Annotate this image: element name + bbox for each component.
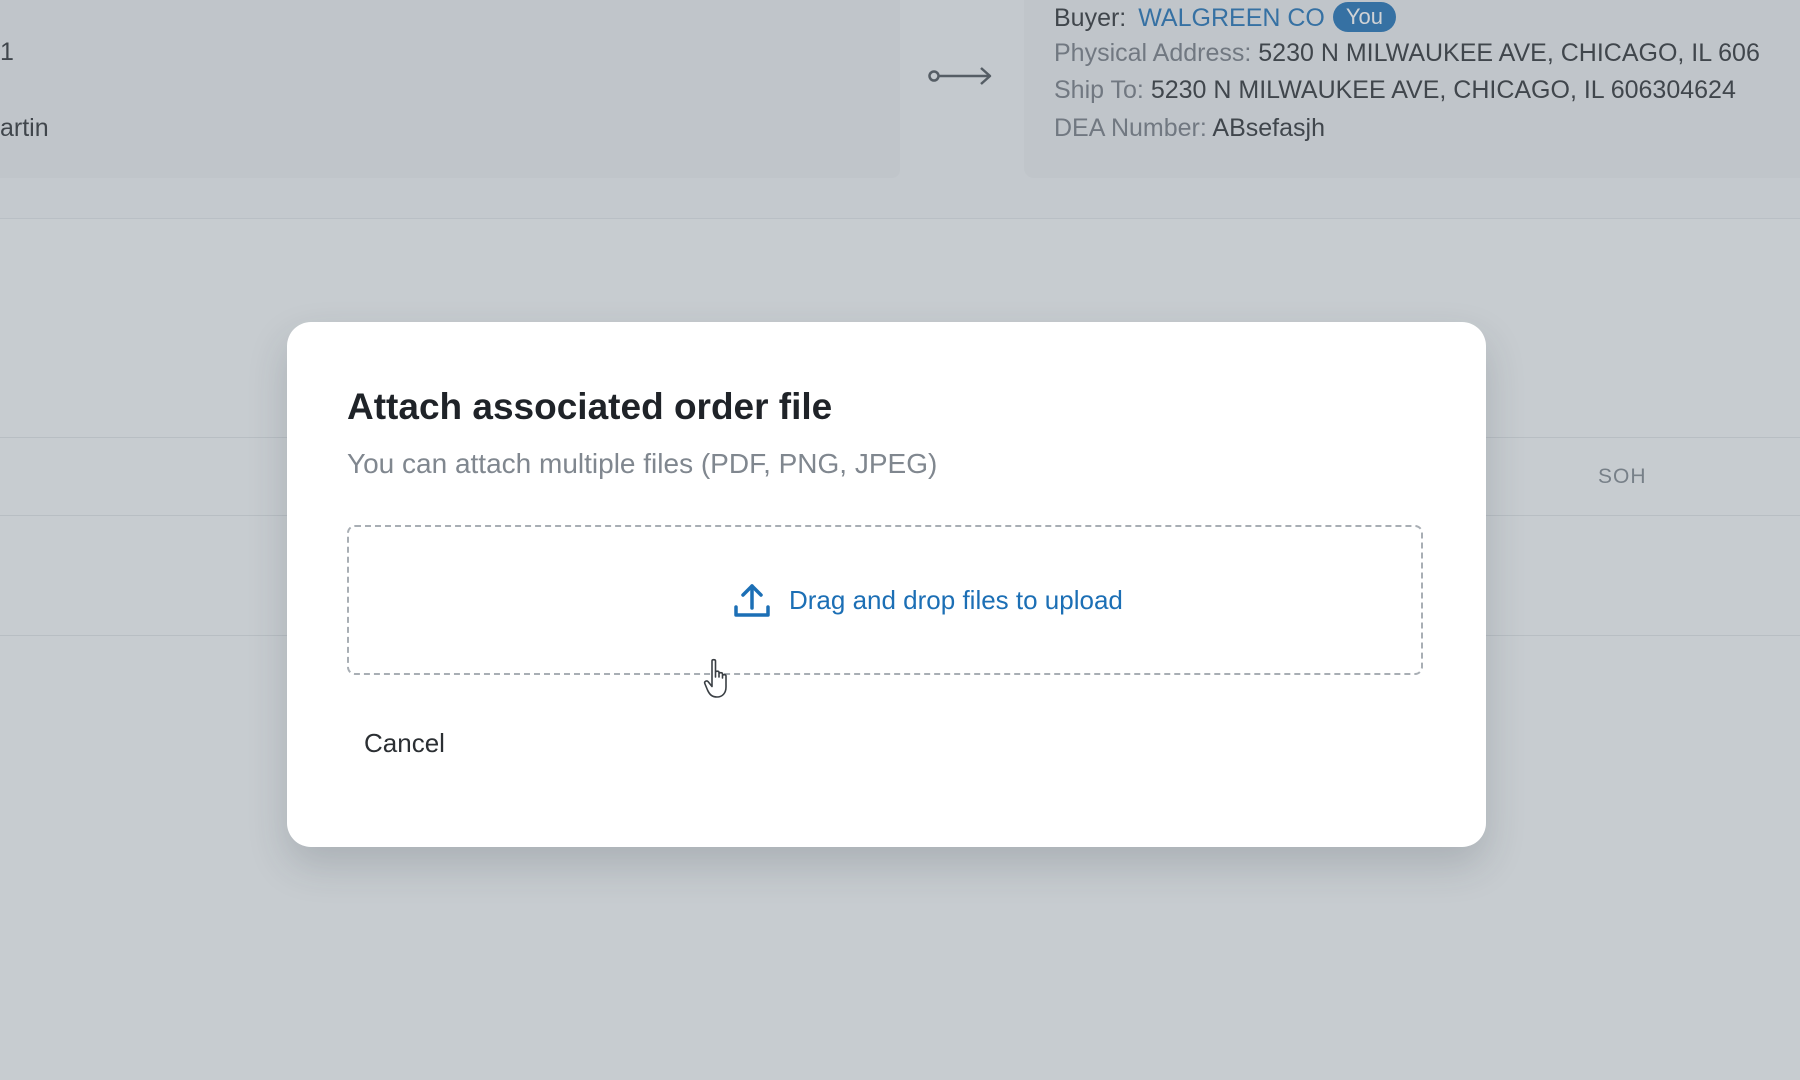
cancel-button[interactable]: Cancel bbox=[347, 722, 462, 765]
dialog-subtitle: You can attach multiple files (PDF, PNG,… bbox=[347, 448, 938, 479]
upload-icon bbox=[734, 584, 770, 617]
attach-file-dialog: Attach associated order file You can att… bbox=[287, 322, 1486, 847]
dropzone-label: Drag and drop files to upload bbox=[789, 585, 1123, 615]
dialog-title: Attach associated order file bbox=[347, 386, 833, 427]
file-dropzone[interactable]: Drag and drop files to upload bbox=[347, 525, 1423, 675]
hand-pointer-cursor-icon bbox=[703, 658, 727, 698]
